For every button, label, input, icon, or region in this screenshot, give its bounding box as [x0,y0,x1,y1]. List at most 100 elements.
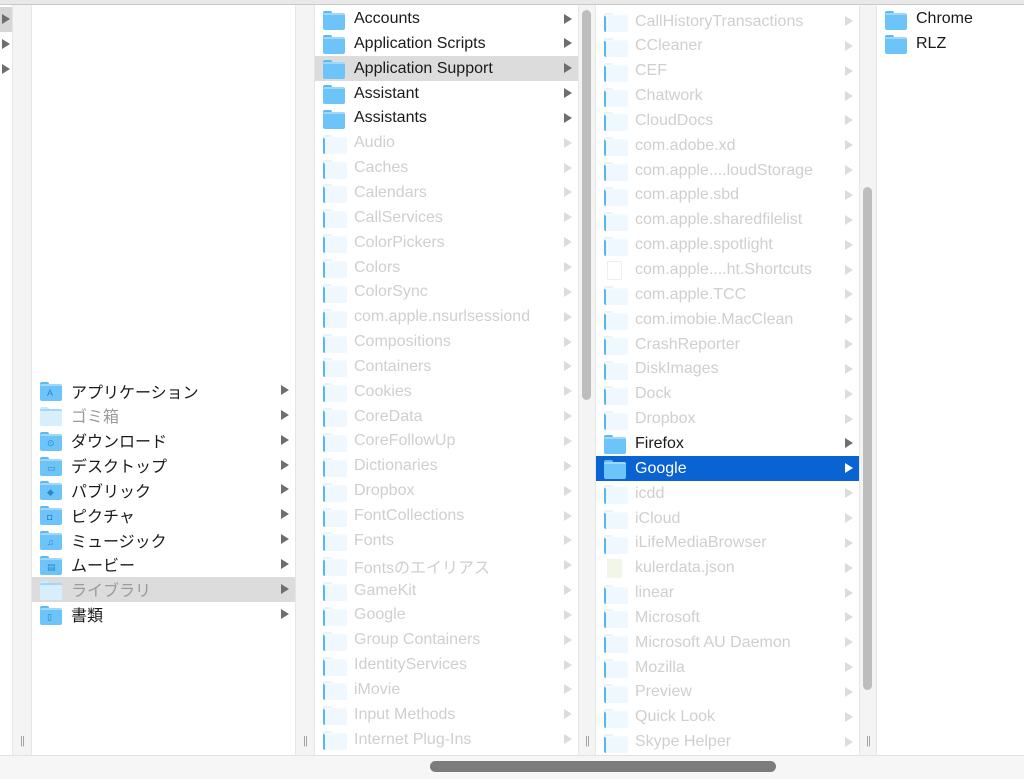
folder-icon [604,485,628,505]
list-item[interactable]: ♫ ミュージック [32,527,295,552]
list-item[interactable]: Colors [315,255,578,280]
list-item[interactable]: Containers [315,354,578,379]
horizontal-scrollbar[interactable] [0,755,1024,779]
list-item[interactable]: com.apple....loudStorage [596,158,859,183]
list-item[interactable]: Chrome [877,7,1024,32]
list-item[interactable]: DiskImages [596,357,859,382]
list-item[interactable]: Google [315,603,578,628]
list-item[interactable]: Calendars [315,180,578,205]
downloads-folder-icon: ⊙ [40,431,62,451]
list-item[interactable]: kulerdata.json [596,556,859,581]
list-item[interactable]: ▤ ムービー [32,552,295,577]
list-item[interactable]: Assistants [315,106,578,131]
list-item[interactable]: CCleaner [596,34,859,59]
list-item[interactable]: Preview [596,680,859,705]
list-item[interactable]: Audio [315,131,578,156]
list-item[interactable]: Dictionaries [315,454,578,479]
list-item[interactable]: A アプリケーション [32,378,295,403]
list-item[interactable]: Quick Look [596,705,859,730]
list-item[interactable]: iLifeMediaBrowser [596,531,859,556]
list-item[interactable]: Application Scripts [315,31,578,56]
list-item[interactable]: CrashReporter [596,332,859,357]
list-item[interactable]: ゴミ箱 [32,403,295,428]
list-item[interactable]: GameKit [315,578,578,603]
list-item[interactable]: Mozilla [596,655,859,680]
list-item[interactable]: Dropbox [315,479,578,504]
list-item[interactable]: CoreFollowUp [315,429,578,454]
list-item[interactable]: com.apple....ht.Shortcuts [596,258,859,283]
list-item[interactable]: IdentityServices [315,653,578,678]
column-resize-handle[interactable]: || [578,5,596,755]
folder-icon [885,10,907,30]
list-item[interactable]: icdd [596,481,859,506]
column-0-row[interactable] [0,7,12,32]
list-item[interactable]: Fontsのエイリアス [315,553,578,578]
list-item[interactable]: Dropbox [596,407,859,432]
list-item[interactable]: com.adobe.xd [596,133,859,158]
item-label: iCloud [635,509,681,527]
public-folder-icon-glyph: ◆ [47,487,54,498]
list-item[interactable]: Fonts [315,528,578,553]
list-item[interactable]: Input Methods [315,702,578,727]
list-item[interactable]: CEF [596,59,859,84]
list-item[interactable]: com.apple.nsurlsessiond [315,305,578,330]
list-item[interactable]: Dock [596,382,859,407]
column-resize-handle[interactable]: || [295,5,315,755]
list-item[interactable]: Chatwork [596,84,859,109]
list-item[interactable]: ライブラリ [32,576,295,602]
list-item[interactable]: Accounts [315,7,578,32]
column-home[interactable]: A アプリケーション ゴミ箱 ⊙ ダウンロード ▭ デスクトップ ◆ パブリック ◘ ピクチャ ♫ ミュ… [32,5,295,755]
list-item[interactable]: CallHistoryTransactions [596,9,859,34]
column-0[interactable] [0,5,12,755]
grip-icon[interactable]: || [866,735,871,747]
list-item[interactable]: Compositions [315,330,578,355]
list-item[interactable]: Cookies [315,379,578,404]
list-item[interactable]: Internet Plug-Ins [315,727,578,752]
list-item[interactable]: ◆ パブリック [32,477,295,502]
list-item[interactable]: CoreData [315,404,578,429]
column-google[interactable]: Chrome RLZ [877,5,1024,755]
list-item[interactable]: Group Containers [315,628,578,653]
list-item[interactable]: Application Support [315,56,578,82]
list-item[interactable]: com.apple.spotlight [596,233,859,258]
column-resize-handle[interactable]: || [12,5,32,755]
column-0-row[interactable] [0,57,12,82]
grip-icon[interactable]: || [585,735,590,747]
list-item[interactable]: Google [596,456,859,482]
list-item[interactable]: Microsoft [596,605,859,630]
list-item[interactable]: RLZ [877,31,1024,56]
list-item[interactable]: Firefox [596,431,859,456]
list-item[interactable]: ▯ 書類 [32,602,295,627]
list-item[interactable]: Assistant [315,81,578,106]
list-item[interactable]: com.apple.sharedfilelist [596,208,859,233]
list-item[interactable]: ▭ デスクトップ [32,453,295,478]
column-0-row[interactable] [0,32,12,57]
column-library[interactable]: Accounts Application Scripts Application S… [315,5,578,755]
list-item[interactable]: ColorPickers [315,230,578,255]
list-item[interactable]: Skype Helper [596,730,859,755]
item-label: CrashReporter [635,335,740,353]
grip-icon[interactable]: || [20,735,25,747]
list-item[interactable]: com.apple.sbd [596,183,859,208]
vertical-scrollbar-thumb[interactable] [582,10,591,400]
list-item[interactable]: linear [596,581,859,606]
horizontal-scrollbar-thumb[interactable] [430,761,776,772]
list-item[interactable]: ◘ ピクチャ [32,502,295,527]
list-item[interactable]: com.imobie.MacClean [596,307,859,332]
list-item[interactable]: ColorSync [315,280,578,305]
list-item[interactable]: FontCollections [315,504,578,529]
list-item[interactable]: Microsoft AU Daemon [596,630,859,655]
list-item[interactable]: com.apple.TCC [596,282,859,307]
list-item[interactable]: iMovie [315,677,578,702]
column-application-support[interactable]: CallHistoryTransactions CCleaner CEF Chatwo… [596,5,859,755]
item-label: Input Methods [354,705,456,723]
list-item[interactable]: ⊙ ダウンロード [32,428,295,453]
column-resize-handle[interactable]: || [859,5,877,755]
grip-icon[interactable]: || [303,735,308,747]
list-item[interactable]: CallServices [315,205,578,230]
vertical-scrollbar-thumb[interactable] [863,187,872,690]
list-item[interactable]: Caches [315,156,578,181]
list-item[interactable]: CloudDocs [596,108,859,133]
list-item[interactable]: iCloud [596,506,859,531]
disclosure-arrow-icon [845,413,853,424]
